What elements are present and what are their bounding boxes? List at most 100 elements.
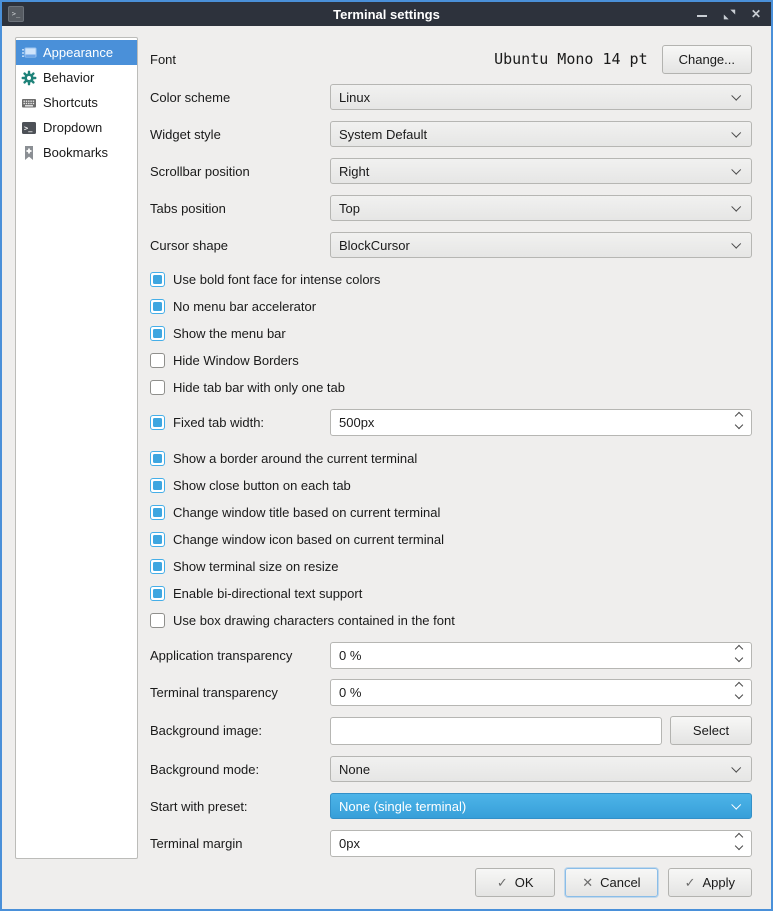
apply-button[interactable]: ✓ Apply [668, 868, 752, 897]
chevron-down-icon [731, 763, 741, 773]
checkbox-no-menubar-accelerator[interactable]: No menu bar accelerator [150, 296, 752, 316]
spinner-buttons[interactable] [736, 646, 742, 661]
spin-up-icon [735, 833, 743, 841]
check-icon: ✓ [685, 875, 696, 891]
close-icon: ✕ [751, 8, 761, 20]
background-mode-select[interactable]: None [330, 756, 752, 782]
terminal-margin-spinbox[interactable]: 0px [330, 830, 752, 857]
minimize-button[interactable] [695, 7, 709, 21]
checkbox-label: Show the menu bar [173, 326, 286, 341]
checkbox-show-terminal-size[interactable]: Show terminal size on resize [150, 556, 752, 576]
terminal-transparency-label: Terminal transparency [150, 685, 330, 700]
tabs-position-label: Tabs position [150, 201, 330, 216]
spin-up-icon [735, 412, 743, 420]
checkbox-icon [150, 451, 165, 466]
cursor-shape-value: BlockCursor [339, 238, 410, 253]
chevron-down-icon [731, 165, 741, 175]
spinner-buttons[interactable] [736, 834, 742, 849]
checkbox-label: No menu bar accelerator [173, 299, 316, 314]
font-value: Ubuntu Mono 14 pt [494, 50, 648, 68]
spin-up-icon [735, 645, 743, 653]
background-image-input[interactable] [331, 718, 661, 744]
start-with-preset-select[interactable]: None (single terminal) [330, 793, 752, 819]
font-change-button[interactable]: Change... [662, 45, 752, 74]
widget-style-value: System Default [339, 127, 427, 142]
checkbox-box-drawing-characters[interactable]: Use box drawing characters contained in … [150, 610, 752, 630]
cancel-button[interactable]: ✕ Cancel [565, 868, 657, 897]
appearance-monitor-icon [21, 45, 37, 61]
chevron-down-icon [731, 128, 741, 138]
checkbox-use-bold-font[interactable]: Use bold font face for intense colors [150, 269, 752, 289]
font-label: Font [150, 52, 330, 67]
checkbox-label: Enable bi-directional text support [173, 586, 362, 601]
checkbox-icon [150, 505, 165, 520]
checkbox-label: Show close button on each tab [173, 478, 351, 493]
titlebar[interactable]: >_ Terminal settings ✕ [2, 2, 771, 26]
application-transparency-spinbox[interactable]: 0 % [330, 642, 752, 669]
sidebar-item-label: Dropdown [43, 120, 102, 135]
fixed-tab-width-checkbox[interactable] [150, 415, 165, 430]
application-transparency-value: 0 % [339, 648, 361, 663]
color-scheme-select[interactable]: Linux [330, 84, 752, 110]
dialog-footer: ✓ OK ✕ Cancel ✓ Apply [475, 868, 752, 897]
checkbox-icon [150, 532, 165, 547]
checkbox-show-menubar[interactable]: Show the menu bar [150, 323, 752, 343]
checkbox-icon [150, 353, 165, 368]
chevron-down-icon [731, 239, 741, 249]
tabs-position-select[interactable]: Top [330, 195, 752, 221]
appearance-panel: Font Ubuntu Mono 14 pt Change... Color s… [150, 28, 752, 868]
behavior-gear-icon [21, 70, 37, 86]
ok-button[interactable]: ✓ OK [475, 868, 555, 897]
scrollbar-position-select[interactable]: Right [330, 158, 752, 184]
chevron-down-icon [731, 800, 741, 810]
minimize-icon [697, 15, 707, 17]
sidebar-item-shortcuts[interactable]: Shortcuts [16, 90, 137, 115]
checkbox-change-window-icon[interactable]: Change window icon based on current term… [150, 529, 752, 549]
checkbox-label: Show a border around the current termina… [173, 451, 417, 466]
checkbox-border-current-terminal[interactable]: Show a border around the current termina… [150, 448, 752, 468]
widget-style-select[interactable]: System Default [330, 121, 752, 147]
spin-down-icon [735, 654, 743, 662]
checkbox-bidirectional-text[interactable]: Enable bi-directional text support [150, 583, 752, 603]
terminal-app-icon: >_ [8, 6, 24, 22]
background-mode-value: None [339, 762, 370, 777]
sidebar-item-label: Behavior [43, 70, 94, 85]
checkbox-change-window-title[interactable]: Change window title based on current ter… [150, 502, 752, 522]
checkbox-label: Show terminal size on resize [173, 559, 338, 574]
checkbox-hide-window-borders[interactable]: Hide Window Borders [150, 350, 752, 370]
spin-down-icon [735, 842, 743, 850]
spinner-buttons[interactable] [736, 683, 742, 698]
spinner-buttons[interactable] [736, 413, 742, 428]
terminal-transparency-spinbox[interactable]: 0 % [330, 679, 752, 706]
window-title: Terminal settings [2, 7, 771, 22]
terminal-margin-label: Terminal margin [150, 836, 330, 851]
sidebar-item-behavior[interactable]: Behavior [16, 65, 137, 90]
checkbox-label: Hide tab bar with only one tab [173, 380, 345, 395]
background-image-select-button[interactable]: Select [670, 716, 752, 745]
restore-icon [723, 8, 736, 21]
checkbox-group-a: Use bold font face for intense colors No… [150, 269, 752, 397]
check-icon: ✓ [497, 875, 508, 891]
cursor-shape-select[interactable]: BlockCursor [330, 232, 752, 258]
checkbox-group-b: Show a border around the current termina… [150, 448, 752, 630]
checkbox-icon [150, 380, 165, 395]
restore-button[interactable] [722, 7, 736, 21]
scrollbar-position-label: Scrollbar position [150, 164, 330, 179]
checkbox-icon [150, 613, 165, 628]
sidebar-item-dropdown[interactable]: >_ Dropdown [16, 115, 137, 140]
checkbox-icon [150, 272, 165, 287]
fixed-tab-width-spinbox[interactable]: 500px [330, 409, 752, 436]
checkbox-icon [150, 326, 165, 341]
checkbox-hide-tabbar-one-tab[interactable]: Hide tab bar with only one tab [150, 377, 752, 397]
application-transparency-label: Application transparency [150, 648, 330, 663]
checkbox-close-button-each-tab[interactable]: Show close button on each tab [150, 475, 752, 495]
checkbox-label: Change window title based on current ter… [173, 505, 440, 520]
chevron-down-icon [731, 202, 741, 212]
fixed-tab-width-label: Fixed tab width: [173, 415, 330, 430]
sidebar-item-appearance[interactable]: Appearance [16, 40, 137, 65]
svg-text:>_: >_ [24, 124, 33, 132]
checkbox-icon [150, 586, 165, 601]
settings-category-list: Appearance Behavior [15, 37, 138, 859]
close-button[interactable]: ✕ [749, 7, 763, 21]
sidebar-item-bookmarks[interactable]: Bookmarks [16, 140, 137, 165]
